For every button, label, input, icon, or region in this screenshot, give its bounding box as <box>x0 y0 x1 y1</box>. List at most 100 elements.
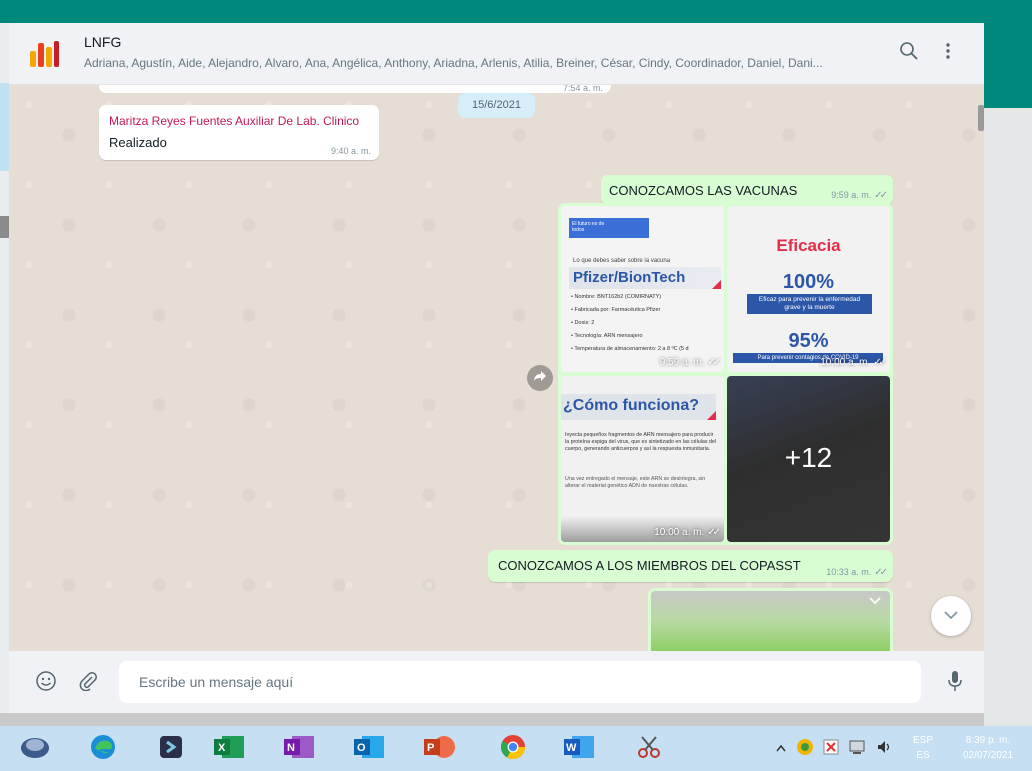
message-text: Realizado <box>109 135 167 150</box>
tray-network-icon[interactable] <box>848 738 866 761</box>
vaccine-title-band: Pfizer/BionTech <box>569 267 721 289</box>
sender-name[interactable]: Maritza Reyes Fuentes Auxiliar De Lab. C… <box>109 114 359 128</box>
taskbar-onenote[interactable]: N <box>278 731 320 767</box>
date-separator: 15/6/2021 <box>458 93 535 118</box>
efficacy-severe-caption: Eficaz para prevenir la enfermedad grave… <box>747 294 872 314</box>
chat-title[interactable]: LNFG <box>84 34 121 50</box>
vaccine-details: • Nombre: BNT162b2 (COMIRNATY) • Fabricad… <box>571 294 721 359</box>
chat-members-list[interactable]: Adriana, Agustín, Aide, Alejandro, Alvar… <box>84 56 884 70</box>
tray-volume-icon[interactable] <box>875 738 893 761</box>
image-preview[interactable] <box>651 591 890 651</box>
scroll-to-bottom-button[interactable] <box>931 596 971 636</box>
vaccine-name: Pfizer/BionTech <box>573 269 686 286</box>
read-ticks-icon: ✓✓ <box>874 567 888 578</box>
read-ticks-icon: ✓✓ <box>707 357 721 368</box>
message-time: 9:59 a. m. <box>659 357 705 368</box>
voice-message-button[interactable] <box>942 670 968 696</box>
emoji-icon <box>35 670 57 697</box>
onenote-icon: N <box>282 734 316 765</box>
menu-button[interactable] <box>934 39 962 67</box>
paperclip-icon <box>78 671 98 696</box>
message-time: 10:33 a. m. <box>826 567 872 577</box>
chat-scrollbar[interactable] <box>976 85 984 651</box>
more-images-count[interactable]: +12 <box>727 442 890 474</box>
edge-icon <box>89 733 117 766</box>
gov-logo-text: El futuro es de todos <box>572 221 605 233</box>
vaccine-detail-line: • Dosis: 2 <box>571 320 595 326</box>
image-album[interactable]: El futuro es de todos Lo que debes saber… <box>558 203 893 545</box>
outlook-icon: O <box>352 734 386 765</box>
outgoing-image-message[interactable] <box>648 588 893 651</box>
search-button[interactable] <box>895 39 923 67</box>
vaccine-detail-line: • Fabricada por: Farmacéutica Pfizer <box>571 307 661 313</box>
outgoing-message[interactable]: CONOZCAMOS LAS VACUNAS 9:59 a. m. ✓✓ <box>601 175 893 205</box>
scrollbar-thumb[interactable] <box>978 105 984 131</box>
forward-button[interactable] <box>527 365 553 391</box>
chat-header[interactable]: LNFG Adriana, Agustín, Aide, Alejandro, … <box>9 23 984 85</box>
language-top: ESP <box>912 735 933 746</box>
chrome-icon <box>499 733 527 766</box>
taskbar-chrome[interactable] <box>492 731 534 767</box>
album-image-eficacia[interactable]: Eficacia 100% Eficaz para prevenir la en… <box>727 206 890 372</box>
outgoing-message[interactable]: CONOZCAMOS A LOS MIEMBROS DEL COPASST 10… <box>488 550 893 582</box>
album-image-como-funciona[interactable]: ¿Cómo funciona? Inyecta pequeños fragmen… <box>561 376 724 542</box>
previous-message-bubble[interactable]: 7:54 a. m. <box>99 85 611 93</box>
vaccine-detail-line: • Temperatura de almacenamiento: 2 a 8 º… <box>571 346 689 352</box>
svg-text:N: N <box>287 742 295 754</box>
compose-bar <box>9 651 984 713</box>
taskbar-snipping-tool[interactable] <box>628 731 670 767</box>
intro-text: Lo que debes saber sobre la vacuna <box>573 258 671 264</box>
left-panel-scrollbar[interactable] <box>0 216 9 238</box>
message-time: 10:00 a. m. <box>654 527 705 538</box>
tray-flag-icon[interactable] <box>822 738 840 761</box>
taskbar-app-1[interactable] <box>14 731 56 767</box>
group-avatar[interactable] <box>27 37 61 71</box>
heading-band: ¿Cómo funciona? <box>561 394 716 420</box>
taskbar-excel[interactable]: X <box>208 731 250 767</box>
taskbar-clock[interactable]: 8:39 p. m. 02/07/2021 <box>950 733 1026 763</box>
chevron-down-icon[interactable] <box>869 592 881 610</box>
taskbar-edge[interactable] <box>82 731 124 767</box>
attach-button[interactable] <box>75 670 101 696</box>
read-ticks-icon: ✓✓ <box>873 357 887 368</box>
message-time: 9:59 a. m. <box>831 190 872 200</box>
message-list[interactable]: 7:54 a. m. 15/6/2021 Maritza Reyes Fuent… <box>9 85 984 651</box>
tray-app-icon[interactable] <box>796 738 814 761</box>
word-icon: W <box>562 734 596 765</box>
search-icon <box>899 41 919 66</box>
message-text: CONOZCAMOS A LOS MIEMBROS DEL COPASST <box>498 558 801 573</box>
taskbar-outlook[interactable]: O <box>348 731 390 767</box>
svg-text:O: O <box>357 742 366 754</box>
vaccine-detail-line: • Tecnología: ARN mensajero <box>571 333 643 339</box>
excel-icon: X <box>212 734 246 765</box>
explanation-text-2: Una vez entregado el mensaje, este ARN s… <box>565 476 706 489</box>
taskbar-powerpoint[interactable]: P <box>418 731 460 767</box>
message-meta: 10:00 a. m. ✓✓ <box>820 357 887 368</box>
taskbar-winrar[interactable] <box>150 731 192 767</box>
gov-logo-banner: El futuro es de todos <box>569 218 649 238</box>
message-time: 7:54 a. m. <box>562 85 603 93</box>
corner-accent <box>707 411 716 420</box>
input-language[interactable]: ESP ES <box>905 733 941 763</box>
message-meta: 10:00 a. m. ✓✓ <box>654 527 721 538</box>
read-ticks-icon: ✓✓ <box>707 527 721 538</box>
menu-icon <box>945 41 951 66</box>
message-meta: 9:59 a. m. ✓✓ <box>659 357 721 368</box>
album-image-more[interactable]: +12 <box>727 376 890 542</box>
message-text: CONOZCAMOS LAS VACUNAS <box>609 183 798 198</box>
message-meta: 9:59 a. m. ✓✓ <box>831 190 888 201</box>
emoji-button[interactable] <box>33 670 59 696</box>
taskbar-word[interactable]: W <box>558 731 600 767</box>
message-input[interactable] <box>119 661 921 703</box>
incoming-message[interactable]: Maritza Reyes Fuentes Auxiliar De Lab. C… <box>99 105 379 160</box>
desktop-background-top <box>0 0 1032 23</box>
show-hidden-icons-button[interactable] <box>776 739 786 757</box>
read-ticks-icon: ✓✓ <box>874 190 888 201</box>
message-time: 10:00 a. m. <box>820 357 871 368</box>
chevron-down-icon <box>944 607 958 625</box>
como-funciona-heading: ¿Cómo funciona? <box>563 397 699 414</box>
svg-text:W: W <box>566 742 577 754</box>
windows-taskbar: X N O P W ESP ES 8:39 p. m. 02/07/2021 <box>0 726 1032 771</box>
album-image-pfizer[interactable]: El futuro es de todos Lo que debes saber… <box>561 206 724 372</box>
efficacy-severe: 100% <box>782 271 835 293</box>
